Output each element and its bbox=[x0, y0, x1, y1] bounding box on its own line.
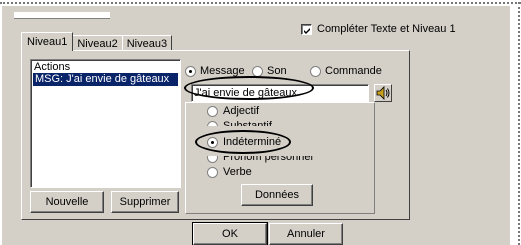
new-button[interactable]: Nouvelle bbox=[30, 191, 104, 213]
play-sound-button[interactable] bbox=[374, 84, 392, 102]
word-type-label: Indéterminé bbox=[223, 136, 282, 148]
tab-niveau1[interactable]: Niveau1 bbox=[21, 32, 74, 51]
tab-niveau3[interactable]: Niveau3 bbox=[121, 35, 173, 51]
radio-sound-label: Son bbox=[267, 65, 287, 77]
word-type-verb[interactable]: Verbe bbox=[207, 166, 252, 178]
check-icon bbox=[304, 27, 310, 34]
ok-button[interactable]: OK bbox=[192, 222, 268, 245]
word-type-label: Verbe bbox=[223, 166, 252, 178]
actions-header: Actions bbox=[34, 61, 71, 73]
radio-button[interactable] bbox=[310, 65, 321, 77]
complete-checkbox[interactable] bbox=[301, 23, 312, 35]
radio-button[interactable] bbox=[207, 105, 218, 117]
complete-option[interactable]: Compléter Texte et Niveau 1 bbox=[301, 23, 456, 35]
message-input[interactable]: J'ai envie de gâteaux bbox=[191, 84, 369, 102]
actions-list[interactable]: Actions MSG: J'ai envie de gâteaux bbox=[30, 59, 181, 188]
delete-button[interactable]: Supprimer bbox=[111, 191, 179, 213]
radio-command-label: Commande bbox=[325, 65, 382, 77]
data-button[interactable]: Données bbox=[241, 184, 313, 206]
word-type-adjective[interactable]: Adjectif bbox=[207, 105, 259, 117]
tab-niveau2[interactable]: Niveau2 bbox=[72, 35, 123, 51]
dotted-border-top bbox=[0, 2, 521, 4]
level-tabs: Niveau1 Niveau2 Niveau3 bbox=[21, 31, 173, 51]
radio-command[interactable]: Commande bbox=[310, 65, 382, 77]
complete-label: Compléter Texte et Niveau 1 bbox=[317, 23, 456, 35]
radio-button[interactable] bbox=[185, 65, 196, 77]
radio-message-label: Message bbox=[200, 65, 245, 77]
radio-button[interactable] bbox=[207, 166, 218, 178]
radio-button[interactable] bbox=[207, 136, 218, 148]
word-type-undetermined[interactable]: Indéterminé bbox=[207, 136, 281, 148]
radio-sound[interactable]: Son bbox=[252, 65, 287, 77]
list-item[interactable]: MSG: J'ai envie de gâteaux bbox=[33, 73, 178, 86]
cancel-button[interactable]: Annuler bbox=[269, 223, 343, 245]
dialog-window: Compléter Texte et Niveau 1 Niveau1 Nive… bbox=[2, 6, 510, 245]
word-type-label: Adjectif bbox=[223, 105, 260, 117]
radio-message[interactable]: Message bbox=[185, 65, 245, 77]
dotted-border-right bbox=[518, 2, 520, 245]
top-input-edge bbox=[14, 12, 110, 19]
radio-button[interactable] bbox=[252, 65, 263, 77]
speaker-icon bbox=[376, 86, 390, 100]
